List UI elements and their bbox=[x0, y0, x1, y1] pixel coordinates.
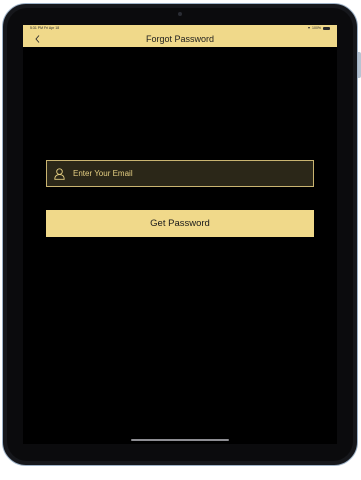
home-indicator[interactable] bbox=[131, 439, 229, 441]
email-field[interactable] bbox=[46, 160, 314, 187]
app-screen: 5:31 PM Fri Apr 18 ▾ 100% Forgot Passwor… bbox=[23, 25, 337, 444]
get-password-button[interactable]: Get Password bbox=[46, 210, 314, 237]
battery-icon bbox=[323, 26, 330, 30]
navigation-bar: 5:31 PM Fri Apr 18 ▾ 100% Forgot Passwor… bbox=[23, 25, 337, 47]
battery-percentage: 100% bbox=[312, 26, 321, 30]
user-icon bbox=[52, 167, 66, 181]
wifi-icon: ▾ bbox=[308, 25, 311, 30]
front-camera bbox=[178, 12, 182, 16]
status-time: 5:31 PM Fri Apr 18 bbox=[30, 26, 60, 30]
page-title: Forgot Password bbox=[145, 34, 215, 44]
status-indicators: ▾ 100% bbox=[308, 26, 330, 30]
email-input[interactable] bbox=[73, 169, 313, 178]
